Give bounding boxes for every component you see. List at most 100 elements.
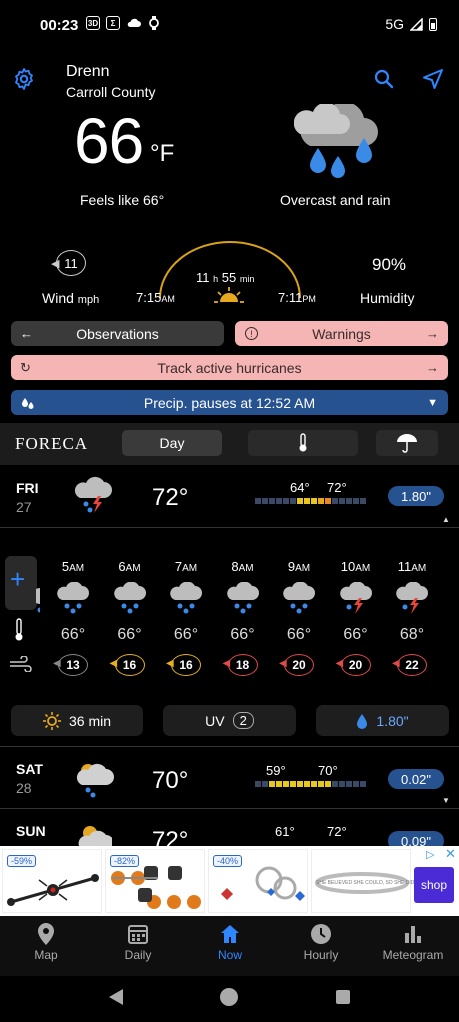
uv-chip: UV 2 xyxy=(163,705,296,736)
sun-icon xyxy=(42,711,61,730)
home-circle-icon[interactable] xyxy=(219,987,239,1007)
ad-product-4[interactable]: SHE BELIEVED SHE COULD, SO SHE DID xyxy=(311,849,414,913)
cloud-rain-icon xyxy=(294,104,378,178)
rain-cloud-icon xyxy=(170,581,202,614)
spider-jewelry-image xyxy=(7,874,99,906)
location-county[interactable]: Carroll County xyxy=(66,84,155,100)
wind-direction-arrow-icon: ◀ xyxy=(335,658,344,669)
status-left-icons: 3D Σ xyxy=(86,16,160,30)
wind-icon xyxy=(10,656,32,672)
status-bar: 00:23 3D Σ 5G xyxy=(0,0,459,50)
day-row-fri[interactable]: FRI 27 72° 64° 72° 1.80" ▲ xyxy=(0,466,459,528)
network-label: 5G xyxy=(385,16,404,32)
hour-temp: 68° xyxy=(399,626,425,643)
precip-amount-pill: 1.80" xyxy=(388,486,444,506)
ad-product-2[interactable]: -82% xyxy=(105,849,205,913)
precip-chip: 1.80" xyxy=(316,705,449,736)
3d-icon: 3D xyxy=(86,16,100,30)
day-low: 64° xyxy=(290,480,310,495)
precip-pause-button[interactable]: Precip. pauses at 12:52 AM ▼ xyxy=(11,390,448,415)
hour-column[interactable]: 8AM 66° ◀ 18 xyxy=(215,556,271,676)
hour-column[interactable]: 9AM 66° ◀ 20 xyxy=(271,556,327,676)
status-time: 00:23 xyxy=(40,17,79,34)
thunderstorm-icon xyxy=(396,581,428,614)
nav-hourly[interactable]: Hourly xyxy=(281,920,361,962)
hurricanes-button[interactable]: ↻ Track active hurricanes → xyxy=(11,355,448,380)
sunshine-chip: 36 min xyxy=(11,705,143,736)
precipitation-view-button[interactable] xyxy=(376,430,438,456)
collapse-up-icon[interactable]: ▲ xyxy=(442,515,450,524)
observations-button[interactable]: ← Observations xyxy=(11,321,224,346)
day-low: 61° xyxy=(275,824,295,839)
search-icon[interactable] xyxy=(373,68,395,90)
status-right: 5G xyxy=(385,16,437,32)
hour-wind-speed: 13 xyxy=(58,654,88,676)
day-low: 59° xyxy=(266,763,286,778)
settings-gear-icon[interactable] xyxy=(12,67,36,91)
rain-cloud-icon xyxy=(226,581,259,614)
partly-cloudy-rain-icon xyxy=(76,763,114,798)
thunderstorm-icon xyxy=(74,476,112,513)
temperature-view-button[interactable] xyxy=(248,430,358,456)
map-pin-icon xyxy=(38,923,54,945)
shop-button[interactable]: shop xyxy=(414,867,454,903)
watch-icon xyxy=(149,16,159,30)
wind-speed-bubble: 11 xyxy=(56,250,86,276)
warnings-button[interactable]: ! Warnings → xyxy=(235,321,448,346)
hour-wind-speed: 20 xyxy=(284,654,314,676)
location-name[interactable]: Drenn xyxy=(66,63,110,81)
nav-now[interactable]: Now xyxy=(190,920,270,962)
hour-column[interactable]: 11AM 68° ◀ 22 xyxy=(384,556,440,676)
day-tab[interactable]: Day xyxy=(122,430,222,456)
temp-range-bar xyxy=(255,498,366,504)
hour-column[interactable]: 6AM 66° ◀ 16 xyxy=(102,556,158,676)
day-row-sat[interactable]: SAT 28 70° 59° 70° 0.02" ▼ xyxy=(0,747,459,809)
arrow-right-icon: → xyxy=(426,326,439,341)
nav-map[interactable]: Map xyxy=(6,920,86,962)
close-ad-icon[interactable]: ✕ xyxy=(445,846,456,862)
wind-speed: 11 xyxy=(64,255,78,271)
hour-label: 7AM xyxy=(174,559,198,574)
sunrise-time: 7:15AM xyxy=(136,290,175,305)
precip-amount-pill: 0.02" xyxy=(388,769,444,789)
nav-daily[interactable]: Daily xyxy=(98,920,178,962)
hourly-strip[interactable]: 5AM 66° ◀ 13 6AM 66° ◀ 16 7AM 66° ◀ 16 8AM 66° ◀ 18 9AM 6… xyxy=(44,556,459,686)
day-date: 28 xyxy=(16,780,32,796)
precip-total: 1.80" xyxy=(376,712,409,729)
navigation-arrow-icon[interactable] xyxy=(422,68,444,90)
hour-column[interactable]: 5AM 66° ◀ 13 xyxy=(45,556,101,676)
day-name: FRI xyxy=(16,480,39,496)
calendar-icon xyxy=(128,925,148,944)
clock-icon xyxy=(311,924,331,944)
arrow-right-icon: → xyxy=(426,360,439,375)
hour-column[interactable]: 10AM 66° ◀ 20 xyxy=(328,556,384,676)
ad-product-1[interactable]: -59% xyxy=(2,849,102,913)
adchoices-icon[interactable]: ▷ xyxy=(426,848,434,861)
wind-direction-arrow-icon: ◀ xyxy=(392,658,400,669)
cloud-icon xyxy=(127,18,141,27)
ad-product-3[interactable]: -40% xyxy=(208,849,308,913)
hour-wind-speed: 18 xyxy=(227,654,258,676)
hour-temp: 66° xyxy=(117,626,142,643)
hour-temp: 66° xyxy=(60,626,86,643)
hour-wind-speed: 16 xyxy=(114,654,145,676)
day-name: SAT xyxy=(16,761,43,777)
partly-cloudy-icon xyxy=(78,826,112,846)
day-temp: 70° xyxy=(152,767,189,794)
rain-cloud-icon xyxy=(57,581,89,614)
discount-badge: -59% xyxy=(7,855,37,867)
day-row-sun[interactable]: SUN 72° 61° 72° 0.09" xyxy=(0,809,459,846)
back-icon[interactable] xyxy=(107,988,125,1006)
hour-label: 9AM xyxy=(287,559,311,574)
expand-down-icon[interactable]: ▼ xyxy=(442,796,450,805)
condition-text: Overcast and rain xyxy=(280,192,391,208)
day-high: 72° xyxy=(327,480,347,495)
nav-meteogram[interactable]: Meteogram xyxy=(373,920,453,962)
thunderstorm-icon xyxy=(339,581,372,614)
alert-icon: ! xyxy=(245,327,258,340)
signal-icon xyxy=(410,17,423,31)
hour-column[interactable]: 7AM 66° ◀ 16 xyxy=(158,556,214,676)
recents-icon[interactable] xyxy=(335,989,351,1005)
home-icon xyxy=(221,925,239,943)
humidity-label: Humidity xyxy=(360,290,415,306)
